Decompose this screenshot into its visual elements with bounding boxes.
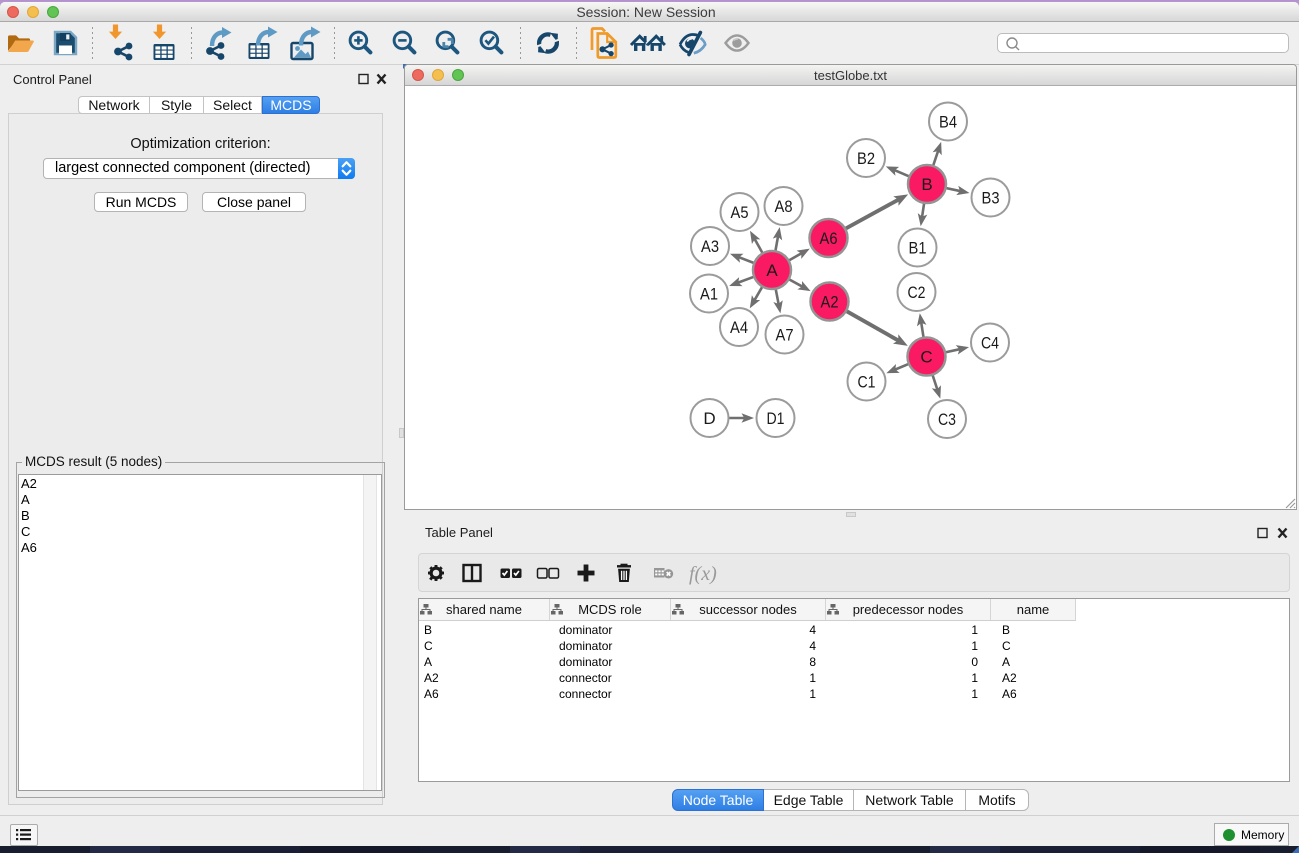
svg-text:B4: B4 bbox=[939, 113, 957, 132]
svg-text:B2: B2 bbox=[857, 149, 875, 168]
svg-text:A3: A3 bbox=[701, 237, 719, 256]
svg-text:D: D bbox=[703, 409, 715, 428]
svg-text:B1: B1 bbox=[909, 239, 927, 258]
svg-text:A6: A6 bbox=[820, 229, 838, 248]
svg-text:A1: A1 bbox=[700, 285, 718, 304]
svg-text:A5: A5 bbox=[731, 203, 749, 222]
svg-text:B3: B3 bbox=[982, 189, 1000, 208]
svg-text:C2: C2 bbox=[908, 283, 926, 302]
svg-text:A4: A4 bbox=[730, 318, 748, 337]
svg-text:f(x): f(x) bbox=[689, 563, 717, 585]
svg-text:A7: A7 bbox=[776, 326, 794, 345]
svg-text:A8: A8 bbox=[775, 197, 793, 216]
svg-text:A2: A2 bbox=[821, 293, 839, 312]
svg-text:A: A bbox=[766, 261, 778, 280]
svg-text:C1: C1 bbox=[858, 373, 876, 392]
svg-text:C3: C3 bbox=[938, 410, 956, 429]
svg-text:C4: C4 bbox=[981, 334, 999, 353]
svg-text:B: B bbox=[921, 175, 932, 194]
svg-text:D1: D1 bbox=[767, 409, 785, 428]
svg-text:C: C bbox=[920, 348, 932, 367]
